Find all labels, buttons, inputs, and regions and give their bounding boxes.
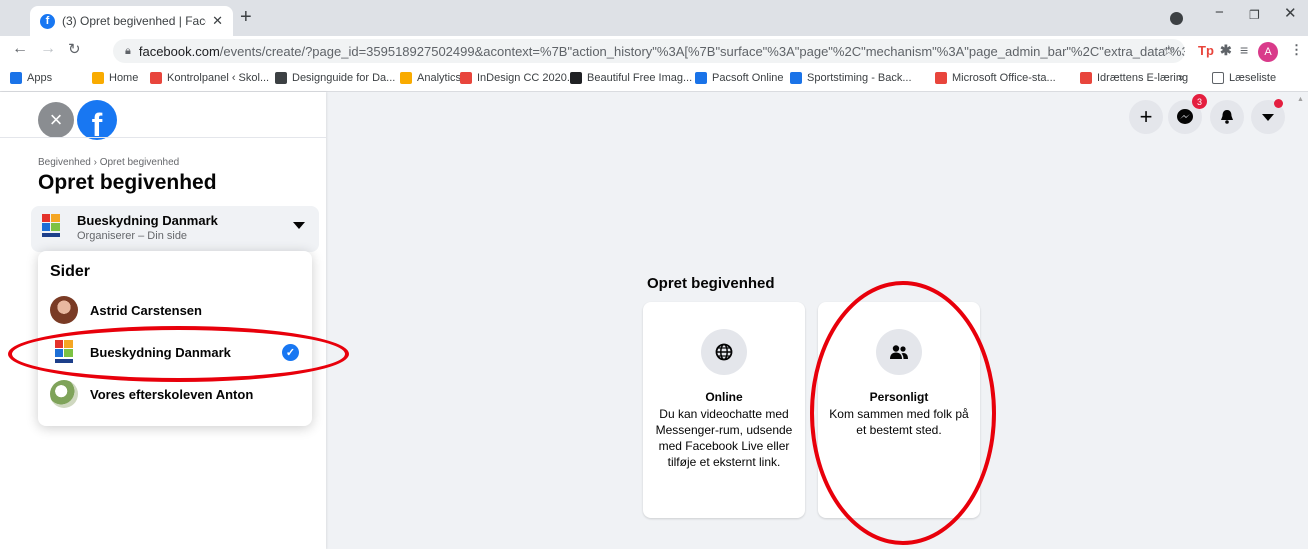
browser-tab[interactable]: f (3) Opret begivenhed | Facebook ✕: [30, 6, 233, 36]
dropdown-item-label: Vores efterskoleven Anton: [90, 387, 254, 402]
bookmark-item[interactable]: Pacsoft Online: [695, 72, 784, 84]
reload-button[interactable]: ↻: [68, 40, 81, 58]
card-heading: Online: [705, 390, 743, 404]
card-heading: Personligt: [869, 390, 929, 404]
card-description: Kom sammen med folk på et bestemt sted.: [829, 407, 969, 437]
bookmark-label: Kontrolpanel ‹ Skol...: [167, 72, 270, 84]
dropdown-item-label: Bueskydning Danmark: [90, 345, 231, 360]
reading-list-icon: [1212, 72, 1224, 84]
extensions-puzzle-icon[interactable]: ✱: [1220, 42, 1232, 59]
url-path: /events/create/?page_id=359518927502499&…: [219, 43, 1185, 59]
browser-tabstrip: f (3) Opret begivenhed | Facebook ✕ + − …: [0, 0, 1308, 36]
avatar: [50, 296, 78, 324]
tab-close-icon[interactable]: ✕: [212, 13, 223, 29]
reading-list-label: Læseliste: [1229, 72, 1277, 84]
address-bar[interactable]: 🔒︎ facebook.com/events/create/?page_id=3…: [113, 39, 1185, 63]
dropdown-heading: Sider: [50, 263, 91, 280]
facebook-logo-icon[interactable]: f: [77, 100, 117, 140]
people-icon: [876, 329, 922, 375]
card-description: Du kan videochatte med Messenger-rum, ud…: [655, 407, 793, 469]
close-icon[interactable]: ×: [38, 102, 74, 138]
scroll-up-arrow-icon[interactable]: ▲: [1297, 96, 1304, 103]
online-event-card[interactable]: Online Du kan videochatte med Messenger-…: [643, 302, 805, 518]
bookmark-item[interactable]: Designguide for Da...: [275, 72, 395, 84]
dropdown-item-astrid[interactable]: Astrid Carstensen: [38, 292, 312, 332]
bookmark-item[interactable]: Apps: [10, 72, 52, 84]
forward-button[interactable]: →: [40, 40, 56, 58]
organizer-name: Bueskydning Danmark: [77, 213, 218, 228]
tab-title: (3) Opret begivenhed | Facebook: [62, 14, 206, 28]
dropdown-item-label: Astrid Carstensen: [90, 303, 202, 318]
bookmark-favicon-icon: [570, 72, 582, 84]
bookmark-label: Pacsoft Online: [712, 72, 784, 84]
bookmark-favicon-icon: [92, 72, 104, 84]
browser-profile-avatar[interactable]: A: [1258, 42, 1278, 62]
bookmark-label: Microsoft Office-sta...: [952, 72, 1056, 84]
main-section-title: Opret begivenhed: [647, 275, 775, 292]
bookmark-item[interactable]: Idrættens E-læring: [1080, 72, 1188, 84]
bookmark-favicon-icon: [400, 72, 412, 84]
bookmark-favicon-icon: [790, 72, 802, 84]
browser-menu-icon[interactable]: ⋮: [1290, 42, 1303, 58]
close-window-button[interactable]: ✕: [1284, 4, 1297, 22]
reading-list-button[interactable]: Læseliste: [1212, 72, 1276, 84]
globe-icon: [701, 329, 747, 375]
new-tab-button[interactable]: +: [240, 6, 252, 29]
maximize-button[interactable]: ❐: [1249, 8, 1260, 22]
bookmark-label: Idrættens E-læring: [1097, 72, 1189, 84]
url-host: facebook.com: [138, 43, 220, 59]
bookmark-favicon-icon: [10, 72, 22, 84]
caret-down-icon: [1262, 113, 1274, 121]
caret-down-icon[interactable]: [293, 222, 305, 229]
bookmark-favicon-icon: [150, 72, 162, 84]
bookmarks-bar: » Læseliste Apps Home Kontrolpanel ‹ Skol.…: [0, 66, 1308, 92]
reading-queue-icon[interactable]: ≡: [1240, 42, 1248, 58]
bookmark-item[interactable]: Beautiful Free Imag...: [570, 72, 692, 84]
bookmark-item[interactable]: Microsoft Office-sta...: [935, 72, 1056, 84]
organizer-subtitle: Organiserer – Din side: [77, 230, 188, 242]
minimize-button[interactable]: −: [1215, 4, 1224, 21]
bookmark-label: Sportstiming - Back...: [807, 72, 912, 84]
lock-icon: 🔒︎: [125, 44, 131, 57]
bueskydning-logo-icon: [42, 214, 60, 237]
facebook-favicon-icon: f: [40, 13, 55, 29]
page-title: Opret begivenhed: [38, 171, 217, 194]
browser-toolbar: ← → ↻ 🔒︎ facebook.com/events/create/?pag…: [0, 36, 1308, 66]
tab-search-icon[interactable]: [1170, 12, 1183, 25]
bookmark-favicon-icon: [460, 72, 472, 84]
bookmark-favicon-icon: [935, 72, 947, 84]
bell-icon: [1221, 110, 1233, 124]
bookmark-item[interactable]: Sportstiming - Back...: [790, 72, 912, 84]
bookmark-label: Home: [109, 72, 139, 84]
breadcrumb: Begivenhed › Opret begivenhed: [38, 157, 180, 168]
messenger-icon: [1177, 109, 1193, 124]
messenger-badge: 3: [1192, 94, 1207, 109]
dropdown-item-anton[interactable]: Vores efterskoleven Anton: [38, 376, 312, 416]
bookmark-item[interactable]: Analytics: [400, 72, 461, 84]
dropdown-item-bueskydning[interactable]: Bueskydning Danmark: [38, 334, 312, 374]
bookmark-item[interactable]: Kontrolpanel ‹ Skol...: [150, 72, 269, 84]
bookmark-label: InDesign CC 2020...: [477, 72, 577, 84]
in-person-event-card[interactable]: Personligt Kom sammen med folk på et bes…: [818, 302, 980, 518]
avatar: [50, 380, 78, 408]
bookmark-item[interactable]: InDesign CC 2020...: [460, 72, 576, 84]
notification-dot: [1274, 99, 1283, 108]
bookmark-favicon-icon: [275, 72, 287, 84]
bookmark-label: Designguide for Da...: [292, 72, 396, 84]
bookmark-star-icon[interactable]: ☆: [1162, 42, 1175, 59]
bookmark-label: Beautiful Free Imag...: [587, 72, 693, 84]
sidebar-divider: [0, 137, 326, 138]
back-button[interactable]: ←: [12, 40, 28, 58]
bookmark-item[interactable]: Home: [92, 72, 138, 84]
notifications-button[interactable]: [1210, 100, 1244, 134]
bookmark-label: Apps: [27, 72, 53, 84]
bueskydning-logo-icon: [55, 340, 73, 363]
bookmark-favicon-icon: [695, 72, 707, 84]
bookmark-favicon-icon: [1080, 72, 1092, 84]
selected-check-icon: ✓: [282, 344, 299, 361]
extension-tp-icon[interactable]: Tp: [1198, 43, 1214, 58]
bookmark-label: Analytics: [417, 72, 462, 84]
create-plus-button[interactable]: +: [1129, 100, 1163, 134]
